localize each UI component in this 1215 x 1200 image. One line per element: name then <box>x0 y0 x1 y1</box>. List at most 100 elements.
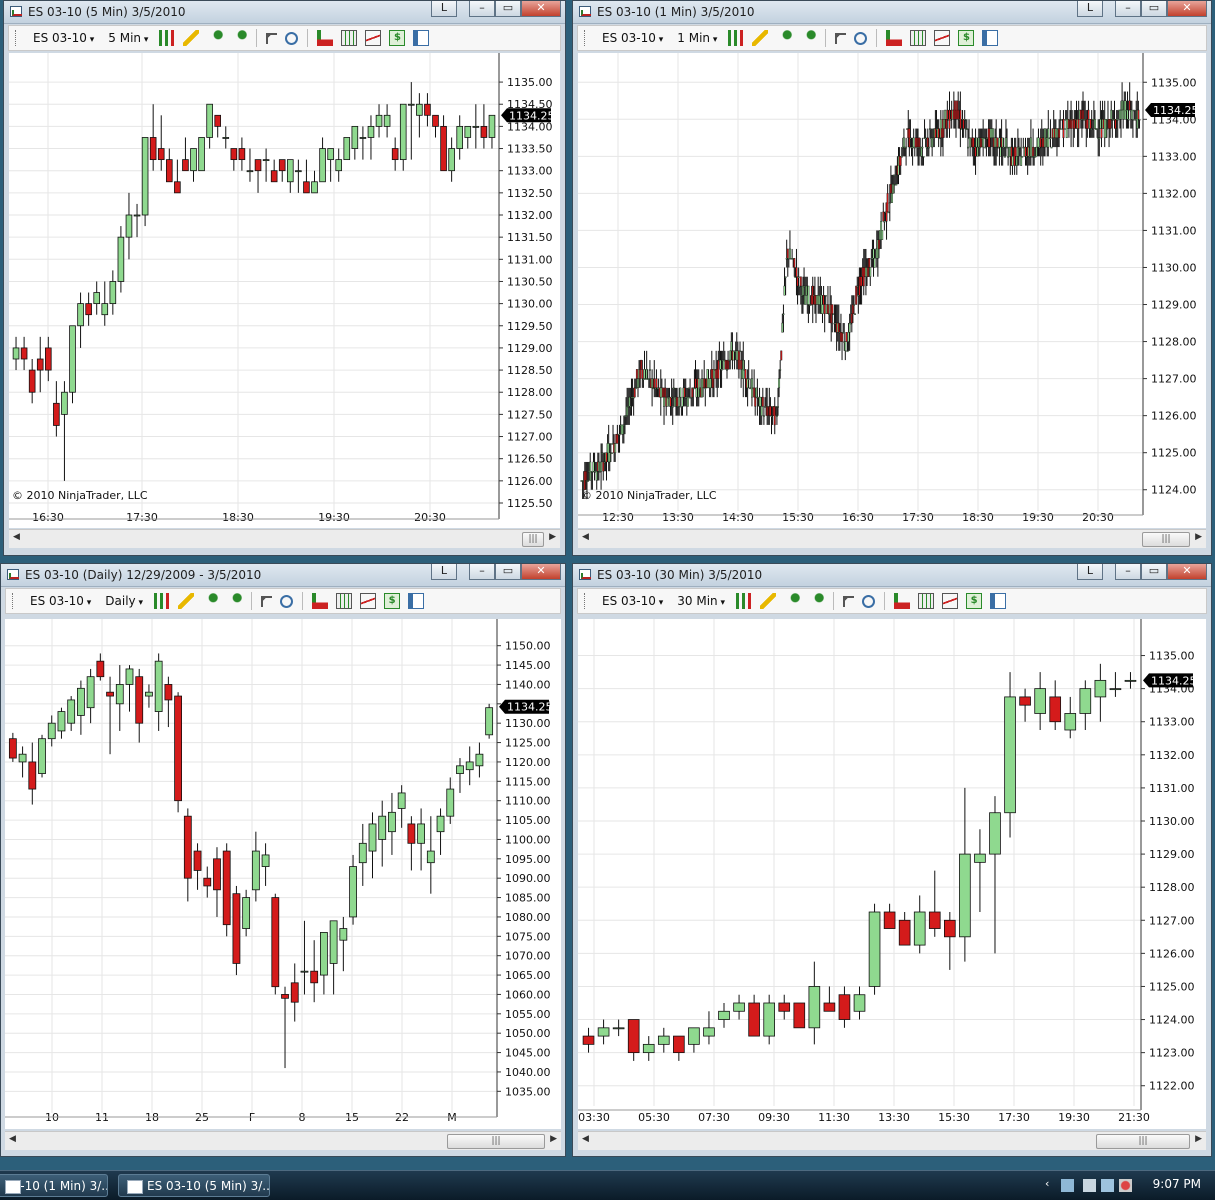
drawing-tool-icon[interactable] <box>178 593 195 609</box>
data-box-icon[interactable] <box>918 593 935 609</box>
instrument-select[interactable]: ES 03-10 <box>27 31 100 45</box>
global-draw-icon[interactable] <box>776 30 793 46</box>
minimize-button[interactable]: – <box>1115 1 1141 17</box>
interval-select[interactable]: Daily <box>99 594 149 608</box>
bars-icon[interactable] <box>312 593 329 609</box>
instrument-select[interactable]: ES 03-10 <box>24 594 97 608</box>
interval-select[interactable]: 1 Min <box>671 31 723 45</box>
drawing-tool-icon[interactable] <box>183 30 200 46</box>
scroll-right-icon[interactable]: ▶ <box>1195 1134 1202 1144</box>
maximize-button[interactable]: ▭ <box>1141 1 1167 17</box>
properties-icon[interactable] <box>413 30 430 46</box>
zoom-icon[interactable] <box>285 31 299 45</box>
minimize-button[interactable]: – <box>469 1 495 17</box>
interval-select[interactable]: 5 Min <box>102 31 154 45</box>
scroll-right-icon[interactable]: ▶ <box>1195 532 1202 542</box>
instrument-select[interactable]: ES 03-10 <box>596 594 669 608</box>
candlestick-chart[interactable]: 1135.001134.001133.001132.001131.001130.… <box>578 619 1206 1129</box>
chart-panel[interactable]: 1135.00 1134.00 1133.00 1132.00 1131.00 1130.… <box>578 53 1206 528</box>
close-button[interactable]: ✕ <box>521 564 561 580</box>
candlestick-chart[interactable]: 1135.001134.001133.001132.001131.001130.… <box>578 53 1206 528</box>
chart-panel[interactable]: 1135.00 1134.50 1134.00 1133.50 1133.00 1132.… <box>9 53 560 528</box>
close-button[interactable]: ✕ <box>1167 564 1207 580</box>
global-draw-icon[interactable] <box>207 30 224 46</box>
scroll-left-icon[interactable]: ◀ <box>582 1134 589 1144</box>
link-button[interactable]: L <box>1077 564 1103 580</box>
chart-style-icon[interactable] <box>728 30 745 46</box>
indicators-icon[interactable] <box>360 593 377 609</box>
taskbar-item-1min[interactable]: 03-10 (1 Min) 3/... <box>0 1174 108 1197</box>
scroll-thumb[interactable]: ||| <box>447 1134 545 1149</box>
indicators-icon[interactable] <box>942 593 959 609</box>
monitor-icon[interactable] <box>1101 1179 1114 1192</box>
chart-style-icon[interactable] <box>154 593 171 609</box>
strategies-icon[interactable]: $ <box>966 593 983 609</box>
scroll-thumb[interactable]: ||| <box>522 532 544 547</box>
close-button[interactable]: ✕ <box>1167 1 1207 17</box>
maximize-button[interactable]: ▭ <box>495 564 521 580</box>
pointer-icon[interactable] <box>843 595 855 607</box>
snap-icon[interactable] <box>808 593 825 609</box>
window-titlebar[interactable]: ES 03-10 (1 Min) 3/5/2010 L – ▭ ✕ <box>573 1 1211 24</box>
chevron-left-icon[interactable]: ‹ <box>1045 1177 1058 1190</box>
zoom-icon[interactable] <box>862 594 876 608</box>
chart-style-icon[interactable] <box>736 593 753 609</box>
chart-style-icon[interactable] <box>159 30 176 46</box>
link-button[interactable]: L <box>431 564 457 580</box>
global-draw-icon[interactable] <box>784 593 801 609</box>
horizontal-scrollbar[interactable]: ◀ ||| ▶ <box>578 1131 1206 1150</box>
properties-icon[interactable] <box>408 593 425 609</box>
interval-select[interactable]: 30 Min <box>671 594 731 608</box>
window-titlebar[interactable]: ES 03-10 (Daily) 12/29/2009 - 3/5/2010 L… <box>1 564 565 587</box>
network-icon[interactable] <box>1061 1179 1074 1192</box>
scroll-thumb[interactable]: ||| <box>1142 532 1190 547</box>
chart-window-1min[interactable]: ES 03-10 (1 Min) 3/5/2010 L – ▭ ✕ ES 03-… <box>572 0 1212 556</box>
window-titlebar[interactable]: ES 03-10 (5 Min) 3/5/2010 L – ▭ ✕ <box>4 1 565 24</box>
indicators-icon[interactable] <box>365 30 382 46</box>
scroll-thumb[interactable]: ||| <box>1096 1134 1190 1149</box>
horizontal-scrollbar[interactable]: ◀ ||| ▶ <box>5 1131 561 1150</box>
close-button[interactable]: ✕ <box>521 1 561 17</box>
global-draw-icon[interactable] <box>202 593 219 609</box>
snap-icon[interactable] <box>226 593 243 609</box>
pointer-icon[interactable] <box>261 595 273 607</box>
taskbar-item-5min[interactable]: ES 03-10 (5 Min) 3/... <box>118 1174 270 1197</box>
battery-icon[interactable] <box>1083 1179 1096 1192</box>
maximize-button[interactable]: ▭ <box>1141 564 1167 580</box>
properties-icon[interactable] <box>982 30 999 46</box>
indicators-icon[interactable] <box>934 30 951 46</box>
window-titlebar[interactable]: ES 03-10 (30 Min) 3/5/2010 L – ▭ ✕ <box>573 564 1211 587</box>
scroll-left-icon[interactable]: ◀ <box>582 532 589 542</box>
chart-window-daily[interactable]: ES 03-10 (Daily) 12/29/2009 - 3/5/2010 L… <box>0 563 566 1157</box>
candlestick-chart[interactable]: 1150.001145.001140.001135.001130.001125.… <box>5 619 561 1129</box>
strategies-icon[interactable]: $ <box>389 30 406 46</box>
chart-panel[interactable]: 1150.001145.001140.001135.001130.001125.… <box>5 619 561 1129</box>
horizontal-scrollbar[interactable]: ◀ ||| ▶ <box>578 529 1206 548</box>
drawing-tool-icon[interactable] <box>752 30 769 46</box>
bars-icon[interactable] <box>886 30 903 46</box>
minimize-button[interactable]: – <box>1115 564 1141 580</box>
maximize-button[interactable]: ▭ <box>495 1 521 17</box>
bars-icon[interactable] <box>894 593 911 609</box>
chart-panel[interactable]: 1135.00 1134.00 1133.00 1132.00 1131.00 1130.… <box>578 619 1206 1129</box>
pointer-icon[interactable] <box>266 32 278 44</box>
data-box-icon[interactable] <box>341 30 358 46</box>
data-box-icon[interactable] <box>910 30 927 46</box>
chart-window-30min[interactable]: ES 03-10 (30 Min) 3/5/2010 L – ▭ ✕ ES 03… <box>572 563 1212 1157</box>
strategies-icon[interactable]: $ <box>384 593 401 609</box>
drawing-tool-icon[interactable] <box>760 593 777 609</box>
properties-icon[interactable] <box>990 593 1007 609</box>
minimize-button[interactable]: – <box>469 564 495 580</box>
pointer-icon[interactable] <box>835 32 847 44</box>
snap-icon[interactable] <box>231 30 248 46</box>
chart-window-5min[interactable]: ES 03-10 (5 Min) 3/5/2010 L – ▭ ✕ ES 03-… <box>3 0 566 556</box>
horizontal-scrollbar[interactable]: ◀ ||| ▶ <box>9 529 560 548</box>
scroll-right-icon[interactable]: ▶ <box>549 532 556 542</box>
link-button[interactable]: L <box>431 1 457 17</box>
strategies-icon[interactable]: $ <box>958 30 975 46</box>
snap-icon[interactable] <box>800 30 817 46</box>
scroll-right-icon[interactable]: ▶ <box>550 1134 557 1144</box>
instrument-select[interactable]: ES 03-10 <box>596 31 669 45</box>
volume-muted-icon[interactable] <box>1119 1179 1132 1192</box>
scroll-left-icon[interactable]: ◀ <box>13 532 20 542</box>
